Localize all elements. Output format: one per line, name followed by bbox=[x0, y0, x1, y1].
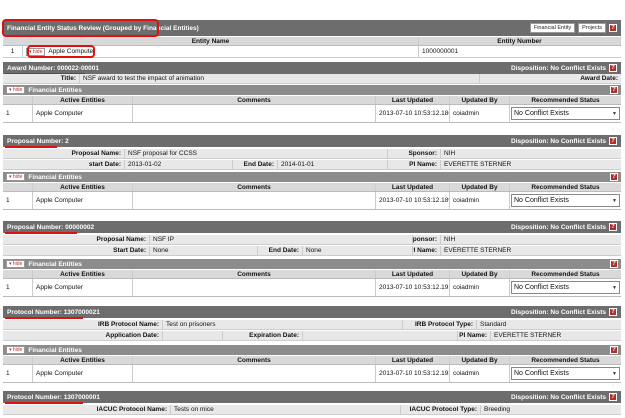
entities-table-header: Active Entities Comments Last Updated Up… bbox=[3, 96, 621, 105]
annotation-box bbox=[2, 19, 159, 37]
hide-button[interactable]: ▾ hide bbox=[6, 173, 26, 181]
col-active-entities: Active Entities bbox=[33, 96, 133, 104]
chevron-down-icon: ▼ bbox=[612, 370, 617, 377]
help-icon[interactable]: ? bbox=[609, 223, 617, 231]
end-date: 2014-01-01 bbox=[278, 160, 388, 169]
status-select[interactable]: No Conflict Exists ▼ bbox=[511, 107, 620, 120]
protocol-header: Protocol Number: 1307000021 Disposition:… bbox=[3, 306, 621, 318]
table-row: 1 Apple Computer 2013-07-10 10:53:12.191… bbox=[3, 279, 621, 297]
award-number: Award Number: 000022-00001 bbox=[7, 64, 100, 72]
help-icon[interactable]: ? bbox=[609, 308, 617, 316]
protocol-header: Protocol Number: 1307000001 Disposition:… bbox=[3, 391, 621, 403]
financial-entities-bar: ▾ hide Financial Entities ? bbox=[3, 345, 621, 355]
proposal-number: Proposal Number: 2 bbox=[7, 137, 69, 145]
status-select[interactable]: No Conflict Exists ▼ bbox=[511, 281, 620, 294]
financial-entities-label: Financial Entities bbox=[28, 86, 82, 94]
help-icon[interactable]: ? bbox=[609, 64, 617, 72]
comments-cell[interactable] bbox=[133, 279, 376, 296]
sponsor: NIH bbox=[444, 150, 456, 157]
annotation-underline bbox=[5, 146, 57, 148]
entities-table-header: Active Entities Comments Last Updated Up… bbox=[3, 356, 621, 365]
protocol-dates-row: Application Date: Expiration Date: PI Na… bbox=[3, 331, 621, 341]
protocol-details-row: IACUC Protocol Name: Tests on mice IACUC… bbox=[3, 405, 621, 415]
table-row: 1 Apple Computer 2013-07-10 10:53:12.186… bbox=[3, 105, 621, 123]
proposal-details-row: Proposal Name: NSF IP Sponsor: NIH bbox=[3, 235, 621, 245]
status-select[interactable]: No Conflict Exists ▼ bbox=[511, 367, 620, 380]
start-date: 2013-01-02 bbox=[125, 160, 233, 169]
title-value: NSF award to test the impact of animatio… bbox=[80, 74, 480, 83]
active-entity: Apple Computer bbox=[33, 105, 133, 122]
comments-cell[interactable] bbox=[133, 192, 376, 209]
entities-table-header: Active Entities Comments Last Updated Up… bbox=[3, 270, 621, 279]
award-details-row: Title: NSF award to test the impact of a… bbox=[3, 74, 621, 84]
protocol-details-row: IRB Protocol Name: Test on prisoners IRB… bbox=[3, 320, 621, 330]
entity-row-index: 1 bbox=[3, 46, 23, 57]
col-last-updated: Last Updated bbox=[376, 96, 450, 104]
help-icon[interactable]: ? bbox=[610, 86, 618, 94]
help-icon[interactable]: ? bbox=[609, 137, 617, 145]
annotation-box bbox=[27, 45, 95, 58]
annotation-underline bbox=[5, 232, 77, 234]
entity-row: 1 ▾ hide Apple Computer 1000000001 bbox=[3, 46, 621, 58]
help-icon[interactable]: ? bbox=[610, 173, 618, 181]
financial-entity-button[interactable]: Financial Entity bbox=[529, 23, 576, 33]
help-icon[interactable]: ? bbox=[610, 346, 618, 354]
last-updated: 2013-07-10 10:53:12.186 bbox=[376, 105, 450, 122]
updated-by: coiadmin bbox=[450, 105, 510, 122]
col-updated-by: Updated By bbox=[450, 96, 510, 104]
entities-table-header: Active Entities Comments Last Updated Up… bbox=[3, 183, 621, 192]
col-entity-number: Entity Number bbox=[419, 37, 621, 45]
entity-number: 1000000001 bbox=[422, 48, 459, 55]
financial-entities-bar: ▾ hide Financial Entities ? bbox=[3, 259, 621, 269]
entity-table-header: Entity Name Entity Number bbox=[3, 37, 621, 46]
proposal-dates-row: start Date: 2013-01-02 End Date: 2014-01… bbox=[3, 160, 621, 170]
financial-entities-bar: ▾ hide Financial Entities ? bbox=[3, 172, 621, 182]
disposition-text: Disposition: No Conflict Exists bbox=[511, 137, 606, 145]
comments-cell[interactable] bbox=[133, 365, 376, 382]
pi-name: EVERETTE STERNER bbox=[444, 161, 512, 168]
status-select[interactable]: No Conflict Exists ▼ bbox=[511, 194, 620, 207]
proposal-name: NSF proposal for CCSS bbox=[125, 149, 388, 158]
chevron-down-icon: ▼ bbox=[612, 197, 617, 204]
hide-button[interactable]: ▾ hide bbox=[6, 86, 26, 94]
proposal-header: Proposal Number: 00000002 Disposition: N… bbox=[3, 221, 621, 233]
annotation-underline bbox=[5, 317, 83, 319]
financial-entities-bar: ▾ hide Financial Entities ? bbox=[3, 85, 621, 95]
proposal-dates-row: Start Date: None End Date: None PI Name:… bbox=[3, 246, 621, 256]
projects-button[interactable]: Projects bbox=[578, 23, 606, 33]
comments-cell[interactable] bbox=[133, 105, 376, 122]
title-label: Title: bbox=[3, 74, 80, 83]
chevron-down-icon: ▼ bbox=[612, 284, 617, 291]
award-header: Award Number: 000022-00001 Disposition: … bbox=[3, 62, 621, 74]
disposition-text: Disposition: No Conflict Exists bbox=[511, 64, 606, 72]
annotation-underline bbox=[5, 402, 83, 404]
help-icon[interactable]: ? bbox=[609, 393, 617, 401]
proposal-header: Proposal Number: 2 Disposition: No Confl… bbox=[3, 135, 621, 147]
help-icon[interactable]: ? bbox=[610, 260, 618, 268]
col-comments: Comments bbox=[133, 96, 376, 104]
chevron-down-icon: ▼ bbox=[612, 110, 617, 117]
hide-button[interactable]: ▾ hide bbox=[6, 260, 26, 268]
award-date-label: Award Date: bbox=[480, 74, 621, 83]
proposal-details-row: Proposal Name: NSF proposal for CCSS Spo… bbox=[3, 149, 621, 159]
protocol-number: Protocol Number: 1307000021 bbox=[7, 308, 100, 316]
table-row: 1 Apple Computer 2013-07-10 10:53:12.193… bbox=[3, 365, 621, 383]
hide-button[interactable]: ▾ hide bbox=[6, 346, 26, 354]
table-row: 1 Apple Computer 2013-07-10 10:53:12.189… bbox=[3, 192, 621, 210]
col-recommended-status: Recommended Status bbox=[531, 96, 600, 104]
help-icon[interactable]: ? bbox=[609, 24, 617, 32]
col-entity-name: Entity Name bbox=[3, 37, 419, 45]
